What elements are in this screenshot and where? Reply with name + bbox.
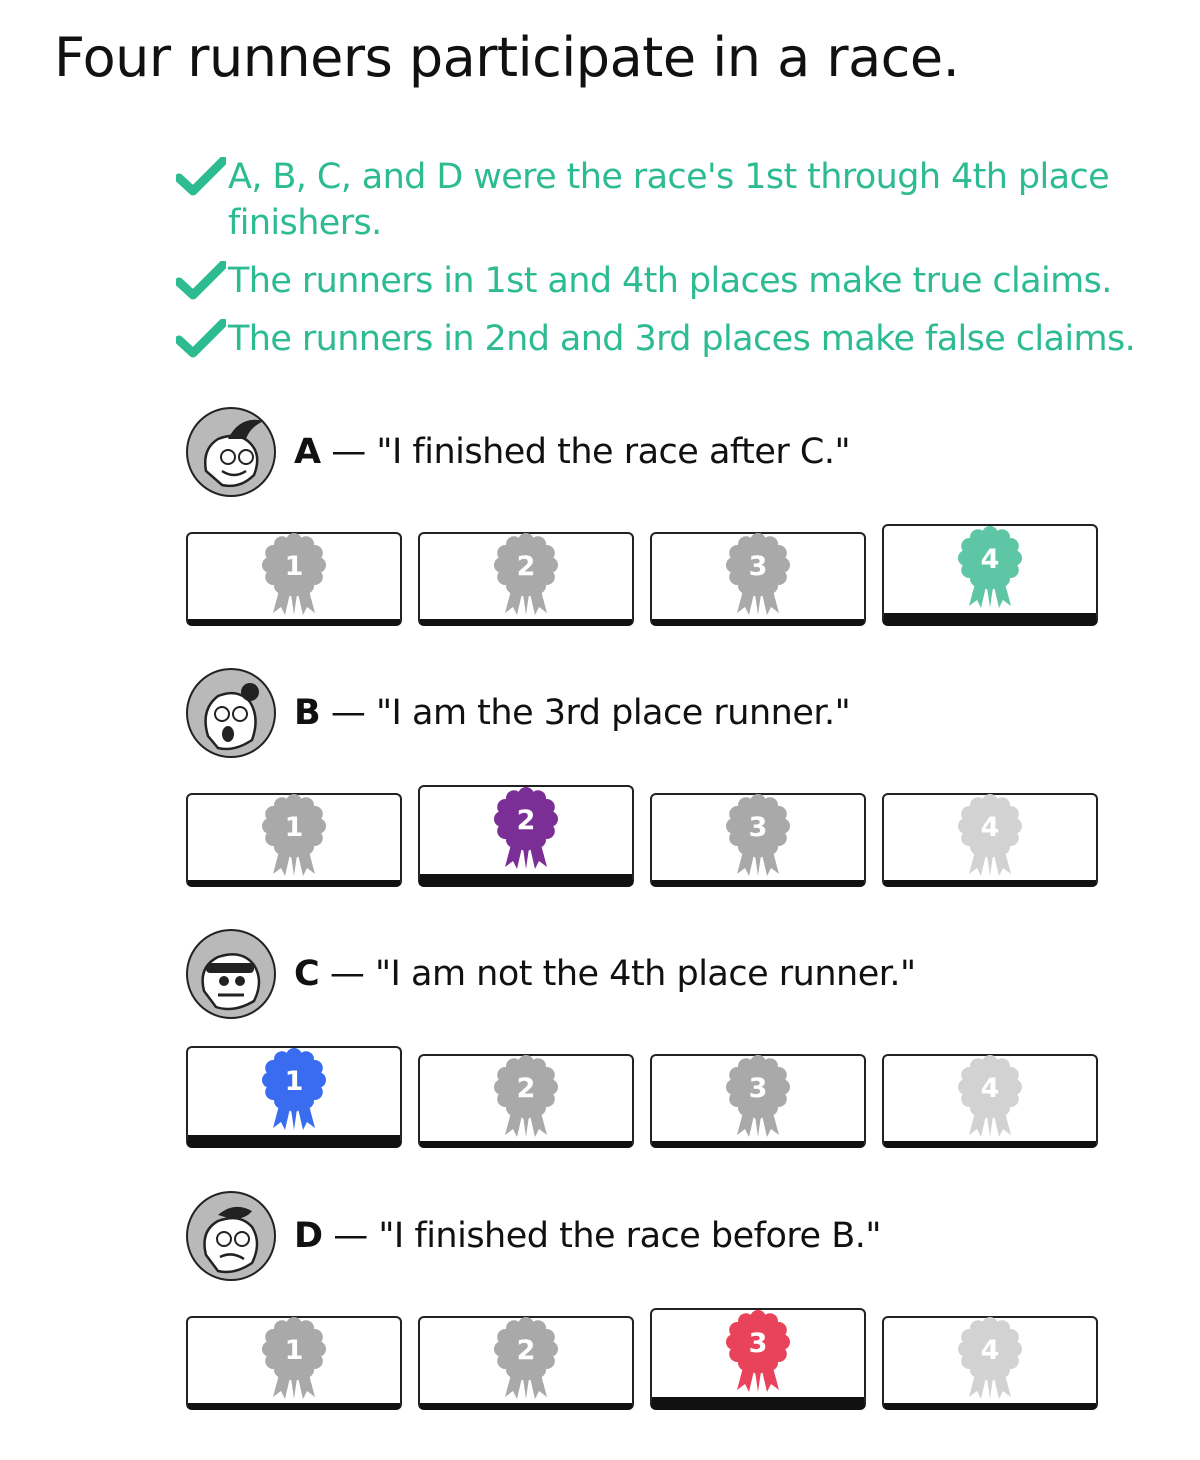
runner-letter: A	[294, 432, 321, 472]
place-option-1[interactable]: 1	[186, 1046, 402, 1148]
svg-text:1: 1	[285, 551, 304, 582]
medal-4-icon: 4	[957, 525, 1023, 614]
runner-avatar	[186, 929, 276, 1019]
runner-avatar	[186, 1191, 276, 1281]
place-option-2[interactable]: 2	[418, 785, 634, 887]
claim-text: The runners in 1st and 4th places make t…	[228, 261, 1112, 301]
runner-statement: D — "I finished the race before B."	[294, 1216, 881, 1256]
medal-2-icon: 2	[493, 1316, 559, 1405]
medal-1-icon: 1	[261, 532, 327, 621]
place-options: 1 2 3 4	[186, 524, 1106, 626]
place-option-1[interactable]: 1	[186, 1316, 402, 1410]
svg-text:3: 3	[749, 1073, 768, 1104]
place-option-4[interactable]: 4	[882, 793, 1098, 887]
medal-3-icon: 3	[725, 1054, 791, 1143]
place-option-4[interactable]: 4	[882, 524, 1098, 626]
medal-4-icon: 4	[957, 1316, 1023, 1405]
check-icon	[176, 154, 228, 200]
claim-item: The runners in 2nd and 3rd places make f…	[176, 316, 1166, 362]
claim-text: A, B, C, and D were the race's 1st throu…	[228, 157, 1110, 243]
svg-text:3: 3	[749, 812, 768, 843]
claims-list: A, B, C, and D were the race's 1st throu…	[176, 154, 1166, 374]
svg-text:2: 2	[517, 1073, 536, 1104]
runner-statement: C — "I am not the 4th place runner."	[294, 954, 916, 994]
medal-1-icon: 1	[261, 793, 327, 882]
place-option-3[interactable]: 3	[650, 1054, 866, 1148]
claim-item: A, B, C, and D were the race's 1st throu…	[176, 154, 1166, 246]
medal-3-icon: 3	[725, 1309, 791, 1398]
claim-item: The runners in 1st and 4th places make t…	[176, 258, 1166, 304]
medal-1-icon: 1	[261, 1316, 327, 1405]
statement-dash: —	[319, 954, 375, 994]
statement-dash: —	[320, 432, 377, 472]
svg-text:1: 1	[285, 1066, 304, 1097]
runner-letter: D	[294, 1216, 323, 1256]
place-option-3[interactable]: 3	[650, 532, 866, 626]
medal-1-icon: 1	[261, 1047, 327, 1136]
svg-text:3: 3	[749, 551, 768, 582]
svg-text:3: 3	[749, 1328, 768, 1359]
runner-quote: "I finished the race after C."	[376, 432, 851, 472]
runner-avatar	[186, 407, 276, 497]
place-option-2[interactable]: 2	[418, 532, 634, 626]
runner-letter: B	[294, 693, 321, 733]
runner-quote: "I am the 3rd place runner."	[375, 693, 851, 733]
place-option-3[interactable]: 3	[650, 793, 866, 887]
statement-dash: —	[322, 1216, 379, 1256]
svg-text:1: 1	[285, 1335, 304, 1366]
svg-text:2: 2	[517, 1335, 536, 1366]
place-options: 1 2 3 4	[186, 785, 1106, 887]
runner-quote: "I am not the 4th place runner."	[374, 954, 916, 994]
svg-text:2: 2	[517, 551, 536, 582]
check-icon	[176, 316, 228, 362]
runner-quote: "I finished the race before B."	[378, 1216, 881, 1256]
runner-avatar	[186, 668, 276, 758]
place-option-1[interactable]: 1	[186, 793, 402, 887]
page-title: Four runners participate in a race.	[54, 26, 960, 89]
place-option-1[interactable]: 1	[186, 532, 402, 626]
place-options: 1 2 3 4	[186, 1308, 1106, 1410]
place-option-2[interactable]: 2	[418, 1054, 634, 1148]
runner-statement: A — "I finished the race after C."	[294, 432, 851, 472]
place-option-4[interactable]: 4	[882, 1316, 1098, 1410]
svg-text:1: 1	[285, 812, 304, 843]
medal-2-icon: 2	[493, 786, 559, 875]
runner-c: C — "I am not the 4th place runner." 1 2…	[186, 928, 1106, 1148]
place-option-2[interactable]: 2	[418, 1316, 634, 1410]
place-option-4[interactable]: 4	[882, 1054, 1098, 1148]
runner-b: B — "I am the 3rd place runner." 1 2 3 4	[186, 667, 1106, 887]
runner-statement: B — "I am the 3rd place runner."	[294, 693, 851, 733]
medal-4-icon: 4	[957, 793, 1023, 882]
svg-text:2: 2	[517, 805, 536, 836]
svg-text:4: 4	[981, 544, 1000, 575]
statement-dash: —	[320, 693, 376, 733]
svg-text:4: 4	[981, 812, 1000, 843]
svg-text:4: 4	[981, 1073, 1000, 1104]
runner-a: A — "I finished the race after C." 1 2 3…	[186, 406, 1106, 626]
svg-text:4: 4	[981, 1335, 1000, 1366]
place-options: 1 2 3 4	[186, 1046, 1106, 1148]
medal-2-icon: 2	[493, 532, 559, 621]
medal-3-icon: 3	[725, 532, 791, 621]
medal-4-icon: 4	[957, 1054, 1023, 1143]
runner-letter: C	[294, 954, 320, 994]
place-option-3[interactable]: 3	[650, 1308, 866, 1410]
medal-2-icon: 2	[493, 1054, 559, 1143]
claim-text: The runners in 2nd and 3rd places make f…	[228, 319, 1136, 359]
runner-d: D — "I finished the race before B." 1 2 …	[186, 1190, 1106, 1410]
check-icon	[176, 258, 228, 304]
medal-3-icon: 3	[725, 793, 791, 882]
